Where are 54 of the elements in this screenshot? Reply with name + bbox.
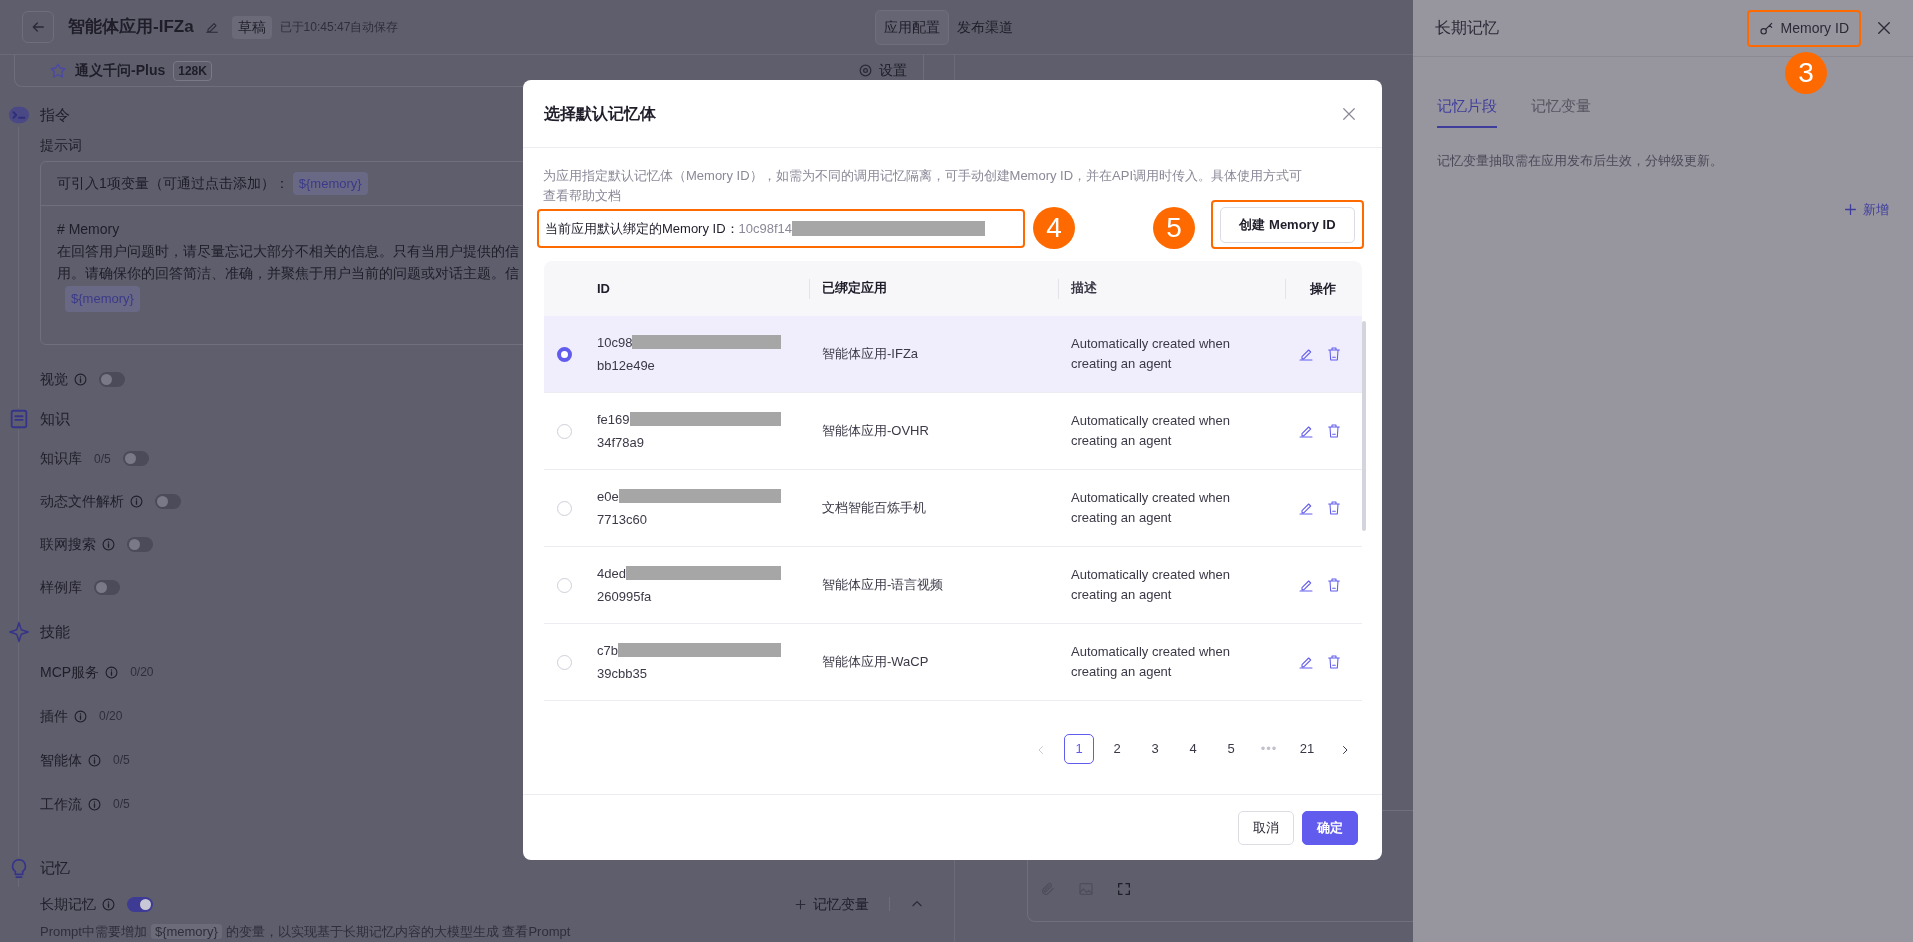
- drawer-title: 长期记忆: [1435, 18, 1499, 38]
- column-header: 描述: [1071, 280, 1097, 296]
- table-cell: 文档智能百炼手机: [822, 500, 926, 516]
- current-id-label: 当前应用默认绑定的Memory ID：: [545, 219, 739, 238]
- section-title: 技能: [40, 621, 70, 642]
- option-label: 联网搜索: [40, 535, 96, 554]
- section-title: 记忆: [40, 857, 70, 878]
- current-id-value: 10c98f14: [738, 219, 793, 238]
- variable-hint: 可引入1项变量（可通过点击添加）：: [57, 174, 289, 193]
- id-text: 260995fa: [597, 588, 652, 606]
- id-text: c7b: [597, 641, 618, 660]
- id-text: 34f78a9: [597, 434, 644, 452]
- context-tag: 128K: [173, 60, 212, 81]
- section-title: 指令: [40, 104, 70, 125]
- section-title: 知识: [40, 408, 70, 429]
- dialog-title: 选择默认记忆体: [544, 103, 656, 124]
- table-cell: Automatically created when creating an agent: [1071, 644, 1230, 679]
- column-header: 操作: [1310, 279, 1336, 298]
- id-text: 39cbb35: [597, 665, 647, 683]
- help-text: 查看帮助文档: [543, 187, 621, 205]
- option-label: MCP服务: [40, 662, 100, 682]
- dialog-description: 为应用指定默认记忆体（Memory ID），如需为不同的调用记忆隔离，可手动创建Memory ID，并在API调用时传入。具体使用方式可: [543, 167, 1303, 185]
- option-label: 智能体: [40, 750, 82, 770]
- step-badge: 5: [1153, 207, 1195, 249]
- id-text: 4ded: [597, 564, 626, 583]
- id-text: bb12e49e: [597, 357, 655, 375]
- step-badge: 4: [1033, 207, 1075, 249]
- id-text: 7713c60: [597, 511, 647, 529]
- table-cell: Automatically created when creating an agent: [1071, 336, 1230, 371]
- option-label: 长期记忆: [40, 894, 96, 914]
- option-label: 插件: [40, 706, 68, 726]
- column-header: ID: [597, 280, 610, 296]
- table-cell: 智能体应用-WaCP: [822, 654, 929, 670]
- table-cell: Automatically created when creating an agent: [1071, 413, 1230, 448]
- id-text: fe169: [597, 410, 630, 429]
- table-cell: 智能体应用-OVHR: [822, 423, 929, 439]
- table-cell: Automatically created when creating an agent: [1071, 567, 1230, 602]
- id-text: 10c98: [597, 333, 633, 352]
- column-header: 已绑定应用: [822, 280, 887, 296]
- option-label: 动态文件解析: [40, 492, 124, 511]
- id-text: e0e: [597, 487, 619, 506]
- option-label: 样例库: [40, 578, 82, 597]
- option-label: 工作流: [40, 794, 82, 814]
- table-cell: 智能体应用-语言视频: [822, 577, 944, 593]
- option-label: 视觉: [40, 370, 68, 389]
- drawer-hint: 记忆变量抽取需在应用发布后生效，分钟级更新。: [1437, 151, 1723, 170]
- step-badge: 3: [1785, 52, 1827, 94]
- prompt-line: # Memory: [57, 220, 120, 239]
- prompt-label: 提示词: [40, 136, 82, 155]
- status-tag: 草稿: [231, 15, 272, 39]
- app-title: 智能体应用-IFZa: [68, 16, 194, 39]
- table-cell: Automatically created when creating an agent: [1071, 490, 1230, 525]
- option-label: 知识库: [40, 449, 82, 468]
- table-cell: 智能体应用-IFZa: [822, 346, 919, 362]
